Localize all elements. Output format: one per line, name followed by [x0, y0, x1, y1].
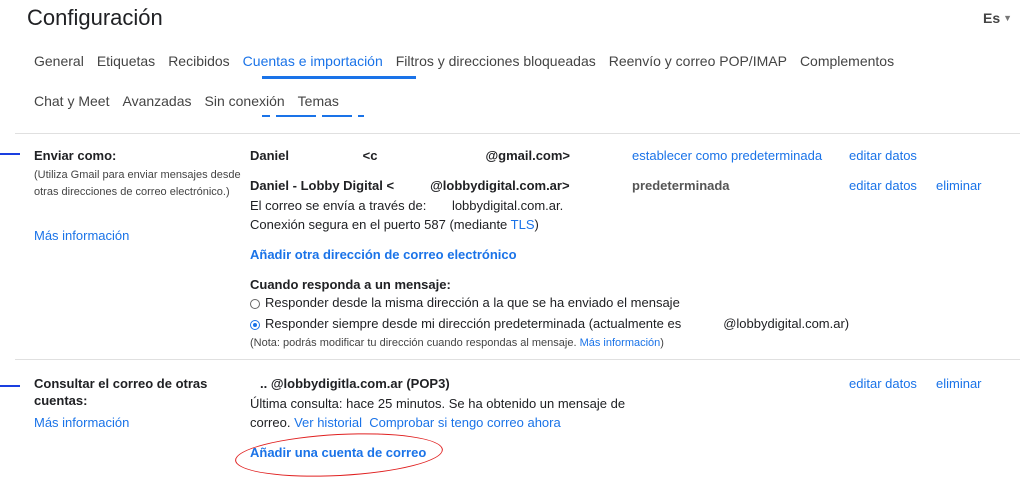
check-mail-title: Consultar el correo de otras cuentas: [34, 375, 207, 409]
settings-tabs-row2: Chat y Meet Avanzadas Sin conexión Temas [34, 93, 352, 109]
reply-option-2-suffix: @lobbydigital.com.ar) [723, 316, 850, 331]
reply-option-1-label: Responder desde la misma dirección a la … [265, 295, 680, 310]
account-1-edit-link[interactable]: editar datos [849, 147, 917, 164]
view-history-link[interactable]: Ver historial [294, 415, 362, 430]
section-marker [0, 385, 20, 387]
secure-conn-end: ) [534, 217, 539, 232]
send-as-account-2: Daniel - Lobby Digital < @lobbydigital.co… [250, 177, 570, 194]
tab-filtros[interactable]: Filtros y direcciones bloqueadas [396, 53, 596, 69]
account-1-name: Daniel [250, 148, 293, 163]
pop3-account: .. @lobbydigitla.com.ar (POP3) [250, 375, 450, 392]
reply-option-2-radio[interactable] [250, 320, 260, 330]
tab-temas[interactable]: Temas [298, 93, 339, 109]
default-label: predeterminada [632, 178, 730, 193]
pop3-account-email: @lobbydigitla.com.ar (POP3) [270, 376, 450, 391]
account-1-email-prefix: <c [362, 148, 378, 163]
last-check-line2: correo. Ver historial Comprobar si tengo… [250, 414, 561, 431]
check-mail-title-line2: cuentas: [34, 393, 88, 408]
reply-option-2-prefix: Responder siempre desde mi dirección pre… [265, 316, 682, 331]
account-1-email-suffix: @gmail.com> [485, 148, 571, 163]
reply-heading: Cuando responda a un mensaje: [250, 277, 451, 292]
cut-off-link [262, 111, 372, 118]
note-suffix: ) [660, 337, 664, 349]
reply-note: (Nota: podrás modificar tu dirección cua… [250, 335, 664, 352]
active-tab-indicator [262, 76, 416, 79]
tab-etiquetas[interactable]: Etiquetas [97, 53, 155, 69]
reply-option-1[interactable]: Responder desde la misma dirección a la … [250, 294, 680, 311]
tab-recibidos[interactable]: Recibidos [168, 53, 229, 69]
account-2-name: Daniel - Lobby Digital < [250, 178, 395, 193]
tab-complementos[interactable]: Complementos [800, 53, 894, 69]
account-2-edit-link[interactable]: editar datos [849, 177, 917, 194]
section-divider [15, 133, 1020, 134]
check-mail-title-line1: Consultar el correo de otras [34, 376, 208, 391]
chevron-down-icon: ▼ [1003, 13, 1013, 23]
sent-via-prefix: El correo se envía a través de: [250, 198, 430, 213]
reply-option-2[interactable]: Responder siempre desde mi dirección pre… [250, 315, 849, 332]
tab-general[interactable]: General [34, 53, 84, 69]
send-as-description: (Utiliza Gmail para enviar mensajes desd… [34, 169, 241, 198]
account-2-email-suffix: @lobbydigital.com.ar> [430, 178, 570, 193]
language-selector[interactable]: Es ▼ [983, 10, 1012, 26]
red-circle-annotation [234, 428, 444, 478]
sent-via-text: El correo se envía a través de: lobbydig… [250, 197, 563, 214]
last-check-line1: Última consulta: hace 25 minutos. Se ha … [250, 396, 626, 411]
section-divider [15, 359, 1020, 360]
set-default-link[interactable]: establecer como predeterminada [632, 147, 822, 164]
tab-avanzadas[interactable]: Avanzadas [122, 93, 191, 109]
last-check-line2-text: correo. [250, 415, 295, 430]
tls-link[interactable]: TLS [511, 217, 535, 232]
note-more-info-link[interactable]: Más información [580, 337, 661, 349]
check-mail-more-info-link[interactable]: Más información [34, 414, 129, 431]
send-as-more-info-link[interactable]: Más información [34, 227, 129, 244]
tab-cuentas-importacion[interactable]: Cuentas e importación [243, 53, 383, 69]
settings-page: Configuración Es ▼ General Etiquetas Recibi… [0, 0, 1024, 478]
send-as-account-1: Daniel <c @gmail.com> [250, 147, 570, 164]
account-2-delete-link[interactable]: eliminar [936, 177, 982, 194]
section-marker [0, 153, 20, 155]
send-as-title: Enviar como: [34, 148, 117, 163]
add-address-link[interactable]: Añadir otra dirección de correo electrón… [250, 246, 517, 263]
pop3-delete-link[interactable]: eliminar [936, 375, 982, 392]
secure-connection-text: Conexión segura en el puerto 587 (median… [250, 216, 539, 233]
sent-via-suffix: lobbydigital.com.ar. [451, 198, 564, 213]
pop3-edit-link[interactable]: editar datos [849, 375, 917, 392]
language-label: Es [983, 10, 1001, 26]
reply-option-1-radio[interactable] [250, 299, 260, 309]
check-now-link[interactable]: Comprobar si tengo correo ahora [369, 415, 561, 430]
tab-sin-conexion[interactable]: Sin conexión [205, 93, 285, 109]
settings-tabs-row1: General Etiquetas Recibidos Cuentas e impor… [34, 53, 907, 69]
tab-chat-meet[interactable]: Chat y Meet [34, 93, 109, 109]
page-title: Configuración [27, 5, 163, 30]
tab-reenvio-pop-imap[interactable]: Reenvío y correo POP/IMAP [609, 53, 787, 69]
note-prefix: (Nota: podrás modificar tu dirección cua… [250, 337, 580, 349]
pop3-account-prefix: .. [260, 376, 271, 391]
secure-conn-text: Conexión segura en el puerto 587 (median… [250, 217, 511, 232]
